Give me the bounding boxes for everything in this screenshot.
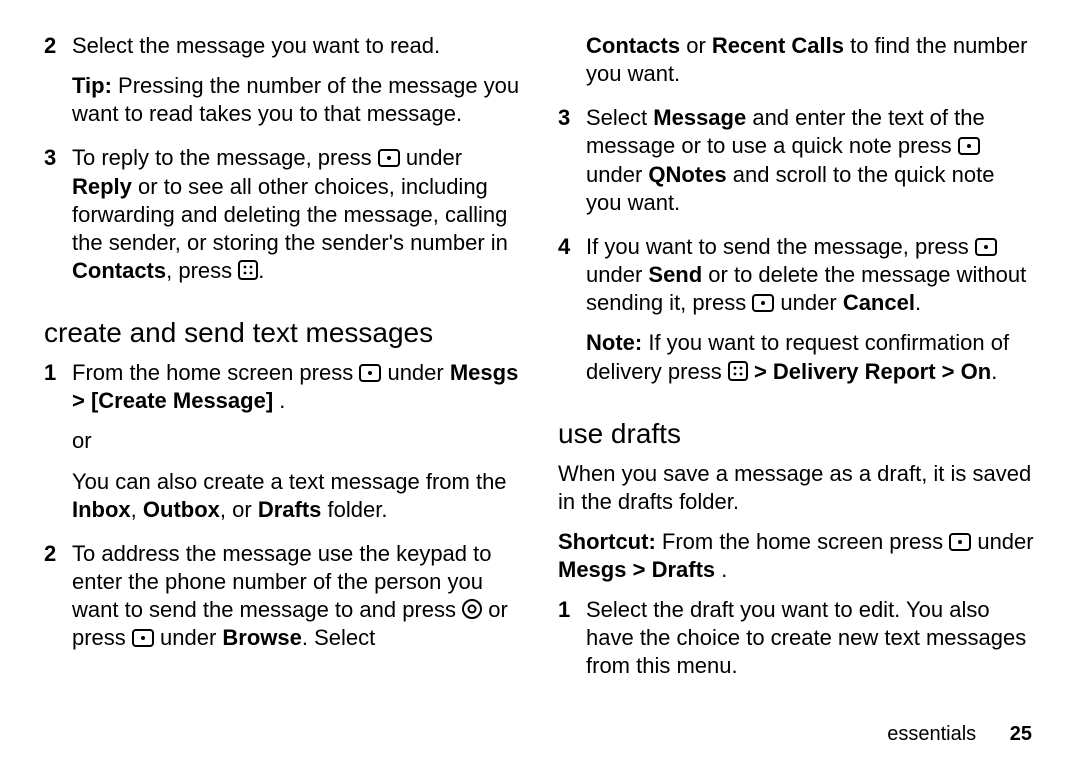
left-column: 2 Select the message you want to read. T… xyxy=(44,28,522,766)
step-1r: 1 Select the draft you want to edit. You… xyxy=(558,596,1036,692)
step-number: 2 xyxy=(44,540,72,653)
page-footer: essentials 25 xyxy=(887,722,1032,748)
menu-grid-icon xyxy=(238,260,258,280)
step-2: 2 Select the message you want to read. T… xyxy=(44,32,522,140)
text: Contacts or Recent Calls to find the num… xyxy=(586,32,1036,88)
softkey-dot-icon xyxy=(958,137,980,155)
text: To reply to the message, press under Rep… xyxy=(72,144,522,285)
softkey-dot-icon xyxy=(975,238,997,256)
heading-create-send: create and send text messages xyxy=(44,315,522,351)
softkey-dot-icon xyxy=(359,364,381,382)
softkey-dot-icon xyxy=(132,629,154,647)
step-3: 3 To reply to the message, press under R… xyxy=(44,144,522,297)
step-body: To reply to the message, press under Rep… xyxy=(72,144,522,297)
text: Select Message and enter the text of the… xyxy=(586,104,1036,217)
step-body: To address the message use the keypad to… xyxy=(72,540,522,653)
text: If you want to send the message, press u… xyxy=(586,233,1036,317)
manual-page: 2 Select the message you want to read. T… xyxy=(0,0,1080,766)
step-number: 1 xyxy=(558,596,586,692)
page-number: 25 xyxy=(1010,723,1032,745)
text: To address the message use the keypad to… xyxy=(72,540,522,653)
continuation: Contacts or Recent Calls to find the num… xyxy=(558,32,1036,100)
text: You can also create a text message from … xyxy=(72,468,522,524)
softkey-dot-icon xyxy=(752,294,774,312)
step-number: 1 xyxy=(44,359,72,536)
text: Select the draft you want to edit. You a… xyxy=(586,596,1036,680)
paragraph: When you save a message as a draft, it i… xyxy=(558,460,1036,585)
step-number: 2 xyxy=(44,32,72,140)
step-body: Contacts or Recent Calls to find the num… xyxy=(586,32,1036,100)
step-1: 1 From the home screen press under Mesgs… xyxy=(44,359,522,536)
step-3r: 3 Select Message and enter the text of t… xyxy=(558,104,1036,229)
shortcut-text: Shortcut: From the home screen press und… xyxy=(558,528,1036,584)
right-column: Contacts or Recent Calls to find the num… xyxy=(558,28,1036,766)
tip-text: Tip: Pressing the number of the message … xyxy=(72,72,522,128)
step-number: 3 xyxy=(44,144,72,297)
step-body: If you want to send the message, press u… xyxy=(586,233,1036,398)
text: When you save a message as a draft, it i… xyxy=(558,460,1036,516)
step-4r: 4 If you want to send the message, press… xyxy=(558,233,1036,398)
step-2b: 2 To address the message use the keypad … xyxy=(44,540,522,653)
step-body: From the home screen press under Mesgs >… xyxy=(72,359,522,536)
note-text: Note: If you want to request confirmatio… xyxy=(586,329,1036,385)
step-body: Select Message and enter the text of the… xyxy=(586,104,1036,229)
step-body: Select the message you want to read. Tip… xyxy=(72,32,522,140)
text: or xyxy=(72,427,522,455)
softkey-dot-icon xyxy=(378,149,400,167)
step-body: Select the draft you want to edit. You a… xyxy=(586,596,1036,692)
text: Select the message you want to read. xyxy=(72,32,522,60)
menu-grid-icon xyxy=(728,361,748,381)
section-label: essentials xyxy=(887,723,976,745)
step-number: 4 xyxy=(558,233,586,398)
softkey-dot-icon xyxy=(949,533,971,551)
step-number-blank xyxy=(558,32,586,100)
heading-use-drafts: use drafts xyxy=(558,416,1036,452)
text: From the home screen press under Mesgs >… xyxy=(72,359,522,415)
step-number: 3 xyxy=(558,104,586,229)
ok-circle-icon xyxy=(462,599,482,619)
